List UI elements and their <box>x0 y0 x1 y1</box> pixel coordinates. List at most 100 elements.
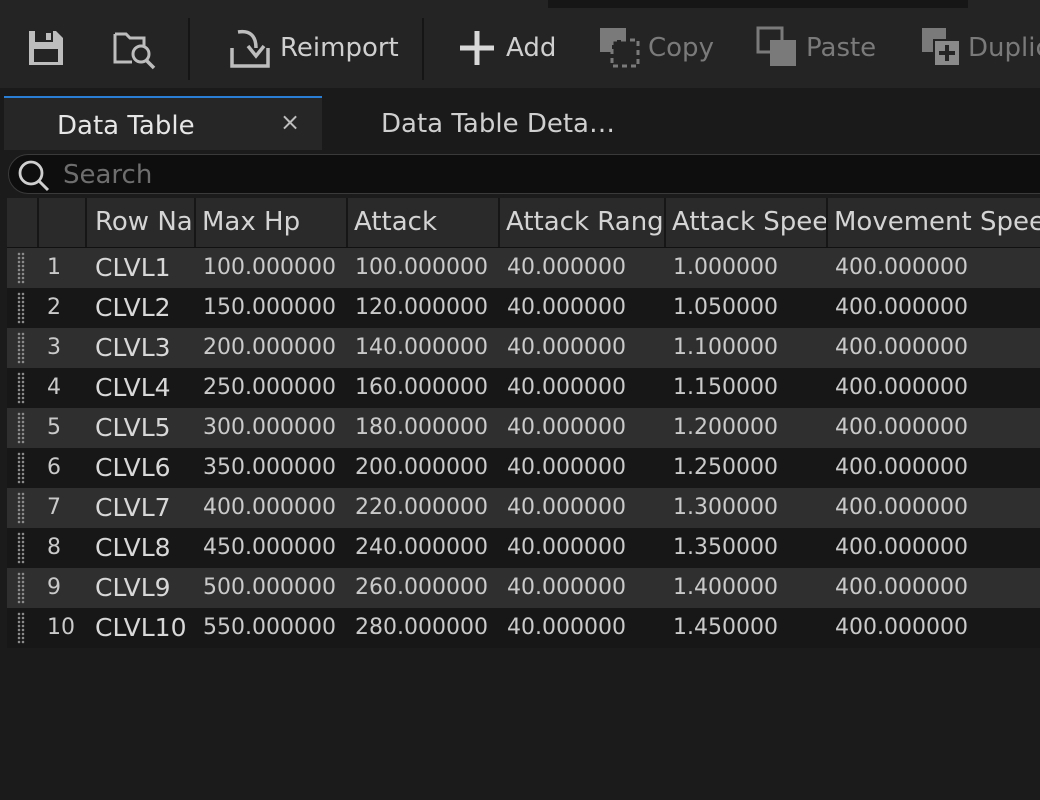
table-body: 1 CLVL1 100.000000 100.000000 40.000000 1.000… <box>7 248 1040 648</box>
row-name: CLVL4 <box>95 373 171 402</box>
toolbar-separator <box>422 18 424 80</box>
max-hp-cell: 550.000000 <box>203 615 336 640</box>
attack-range-cell: 40.000000 <box>507 615 626 640</box>
max-hp-cell: 400.000000 <box>203 495 336 520</box>
max-hp-cell: 350.000000 <box>203 455 336 480</box>
row-number: 9 <box>47 575 61 600</box>
close-icon[interactable]: × <box>280 108 300 136</box>
header-grip-column <box>7 198 39 247</box>
paste-icon <box>756 26 796 66</box>
max-hp-cell: 100.000000 <box>203 255 336 280</box>
column-header-row-name[interactable]: Row Nar <box>89 198 196 247</box>
row-name: CLVL7 <box>95 493 171 522</box>
drag-grip-icon[interactable] <box>17 292 25 324</box>
table-row[interactable]: 8 CLVL8 450.000000 240.000000 40.000000 1.350… <box>7 528 1040 568</box>
row-name: CLVL10 <box>95 613 187 642</box>
row-number: 6 <box>47 455 61 480</box>
movement-speed-cell: 400.000000 <box>835 415 968 440</box>
movement-speed-cell: 400.000000 <box>835 615 968 640</box>
column-header-attack[interactable]: Attack <box>348 198 500 247</box>
duplicate-icon <box>922 28 961 67</box>
column-header-movement-speed[interactable]: Movement Spee <box>828 198 1040 247</box>
duplicate-button[interactable]: Duplic <box>920 8 1040 88</box>
attack-cell: 240.000000 <box>355 535 488 560</box>
table-header: Row Nar Max Hp Attack Attack Range Attac… <box>7 198 1040 248</box>
attack-speed-cell: 1.000000 <box>673 255 778 280</box>
attack-speed-cell: 1.450000 <box>673 615 778 640</box>
top-tab-area-right <box>968 0 1040 8</box>
column-header-attack-speed[interactable]: Attack Speed <box>666 198 828 247</box>
row-name: CLVL3 <box>95 333 171 362</box>
drag-grip-icon[interactable] <box>17 532 25 564</box>
attack-cell: 280.000000 <box>355 615 488 640</box>
header-row-number-column <box>39 198 87 247</box>
movement-speed-cell: 400.000000 <box>835 455 968 480</box>
drag-grip-icon[interactable] <box>17 492 25 524</box>
column-header-max-hp[interactable]: Max Hp <box>196 198 348 247</box>
max-hp-cell: 300.000000 <box>203 415 336 440</box>
movement-speed-cell: 400.000000 <box>835 575 968 600</box>
search-icon <box>18 160 50 192</box>
drag-grip-icon[interactable] <box>17 412 25 444</box>
paste-label: Paste <box>806 33 877 63</box>
movement-speed-cell: 400.000000 <box>835 375 968 400</box>
row-number: 10 <box>47 615 75 640</box>
save-button[interactable] <box>26 8 66 88</box>
browse-button[interactable] <box>112 8 158 88</box>
column-header-attack-range[interactable]: Attack Range <box>500 198 666 247</box>
attack-range-cell: 40.000000 <box>507 495 626 520</box>
max-hp-cell: 150.000000 <box>203 295 336 320</box>
drag-grip-icon[interactable] <box>17 612 25 644</box>
table-row[interactable]: 6 CLVL6 350.000000 200.000000 40.000000 1.250… <box>7 448 1040 488</box>
attack-range-cell: 40.000000 <box>507 295 626 320</box>
drag-grip-icon[interactable] <box>17 572 25 604</box>
table-row[interactable]: 7 CLVL7 400.000000 220.000000 40.000000 1.300… <box>7 488 1040 528</box>
data-table: Row Nar Max Hp Attack Attack Range Attac… <box>7 198 1040 648</box>
table-row[interactable]: 9 CLVL9 500.000000 260.000000 40.000000 1.400… <box>7 568 1040 608</box>
attack-speed-cell: 1.350000 <box>673 535 778 560</box>
table-row[interactable]: 3 CLVL3 200.000000 140.000000 40.000000 1.100… <box>7 328 1040 368</box>
row-number: 5 <box>47 415 61 440</box>
max-hp-cell: 500.000000 <box>203 575 336 600</box>
drag-grip-icon[interactable] <box>17 332 25 364</box>
row-name: CLVL1 <box>95 253 171 282</box>
table-row[interactable]: 2 CLVL2 150.000000 120.000000 40.000000 1.050… <box>7 288 1040 328</box>
copy-button[interactable]: Copy <box>598 8 714 88</box>
attack-cell: 100.000000 <box>355 255 488 280</box>
toolbar-separator <box>188 18 190 80</box>
attack-speed-cell: 1.300000 <box>673 495 778 520</box>
attack-cell: 120.000000 <box>355 295 488 320</box>
paste-button[interactable]: Paste <box>756 8 876 88</box>
attack-range-cell: 40.000000 <box>507 415 626 440</box>
movement-speed-cell: 400.000000 <box>835 295 968 320</box>
attack-cell: 140.000000 <box>355 335 488 360</box>
attack-range-cell: 40.000000 <box>507 535 626 560</box>
reimport-icon <box>230 29 270 68</box>
attack-speed-cell: 1.100000 <box>673 335 778 360</box>
drag-grip-icon[interactable] <box>17 252 25 284</box>
document-tab-row: Data Table × Data Table Deta… <box>0 88 1040 150</box>
row-number: 8 <box>47 535 61 560</box>
plus-icon <box>460 31 494 65</box>
reimport-label: Reimport <box>280 33 399 63</box>
duplicate-label: Duplic <box>968 33 1040 63</box>
table-row[interactable]: 1 CLVL1 100.000000 100.000000 40.000000 1.000… <box>7 248 1040 288</box>
add-label: Add <box>506 33 557 63</box>
drag-grip-icon[interactable] <box>17 452 25 484</box>
table-row[interactable]: 4 CLVL4 250.000000 160.000000 40.000000 1.150… <box>7 368 1040 408</box>
max-hp-cell: 450.000000 <box>203 535 336 560</box>
row-number: 7 <box>47 495 61 520</box>
max-hp-cell: 250.000000 <box>203 375 336 400</box>
tab-data-table[interactable]: Data Table × <box>4 96 322 150</box>
row-name: CLVL5 <box>95 413 171 442</box>
table-row[interactable]: 5 CLVL5 300.000000 180.000000 40.000000 1.200… <box>7 408 1040 448</box>
row-number: 2 <box>47 295 61 320</box>
reimport-button[interactable]: Reimport <box>228 8 399 88</box>
add-row-button[interactable]: Add <box>458 8 556 88</box>
drag-grip-icon[interactable] <box>17 372 25 404</box>
search-input[interactable] <box>61 158 965 192</box>
copy-icon <box>600 28 640 68</box>
search-bar <box>8 154 1040 194</box>
row-name: CLVL9 <box>95 573 171 602</box>
table-row[interactable]: 10 CLVL10 550.000000 280.000000 40.000000 1.4… <box>7 608 1040 648</box>
